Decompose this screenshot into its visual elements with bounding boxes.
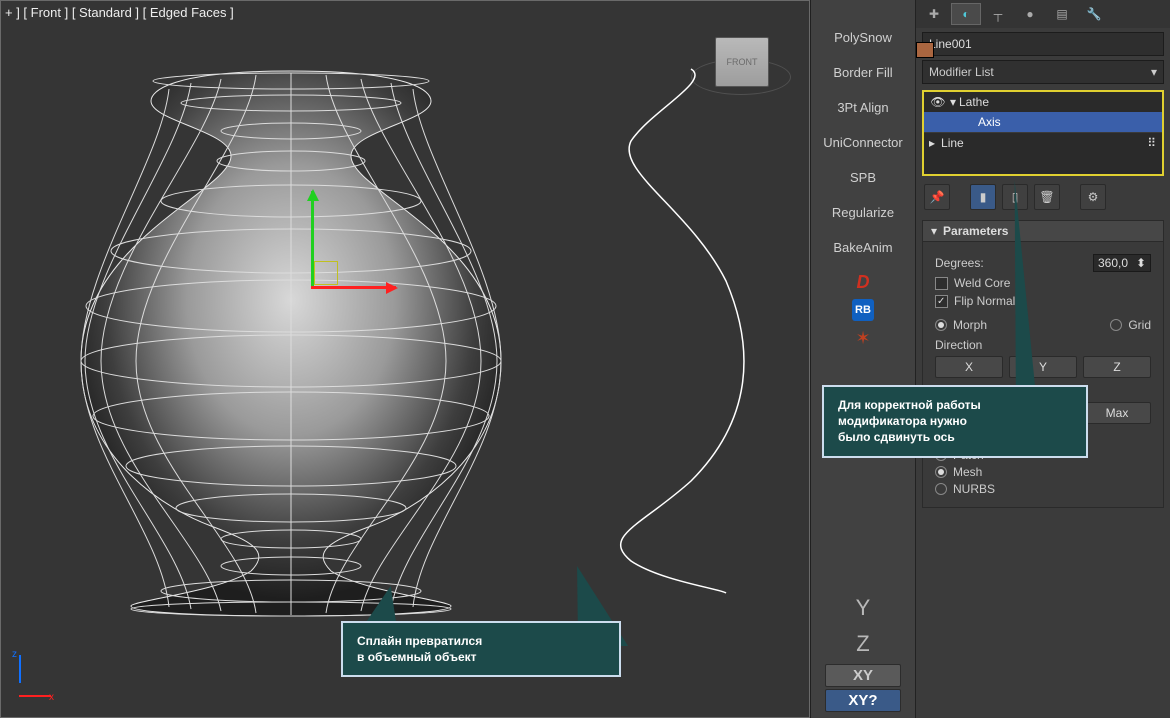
xy-button[interactable]: XY [825,664,901,687]
modifier-lathe-axis[interactable]: Axis [924,112,1162,132]
modifier-lathe[interactable]: 👁 ▾ Lathe [924,92,1162,112]
eye-icon[interactable]: 👁 [929,95,947,109]
grid-radio[interactable] [1110,319,1122,331]
pin-stack-button[interactable]: 📌 [924,184,950,210]
modifier-stack-toolbar: 📌 ▮ ▯ 🗑 ⚙ [922,180,1164,214]
utilities-tab[interactable]: 🔧 [1079,3,1109,25]
scripts-toolbar: PolySnow Border Fill 3Pt Align UniConnec… [810,0,915,718]
panel-tabs: ✚ ◐ ┬ ● ▤ 🔧 [916,0,1170,28]
viewport-labels[interactable]: + ] [ Front ] [ Standard ] [ Edged Faces… [5,5,234,20]
xyq-button[interactable]: XY? [825,689,901,712]
grid-label: Grid [1128,318,1151,332]
align-max-button[interactable]: Max [1083,402,1151,424]
create-tab[interactable]: ✚ [919,3,949,25]
parameters-rollout: ▾Parameters Degrees: 360,0⬍ Weld Core Fl… [922,220,1164,508]
remove-modifier-button[interactable]: 🗑 [1034,184,1060,210]
axis-tripod: z x [9,655,55,701]
viewport[interactable]: + ] [ Front ] [ Standard ] [ Edged Faces… [0,0,810,718]
modify-tab[interactable]: ◐ [951,3,981,25]
output-mesh-label: Mesh [953,465,982,479]
vase-mesh [51,61,531,621]
tool-bakeanim[interactable]: BakeAnim [811,230,915,265]
output-nurbs-radio[interactable] [935,483,947,495]
parameters-header[interactable]: ▾Parameters [922,220,1164,242]
motion-tab[interactable]: ● [1015,3,1045,25]
direction-x-button[interactable]: X [935,356,1003,378]
tool-extra-icon[interactable]: ✶ [852,327,874,349]
tool-polysnow[interactable]: PolySnow [811,20,915,55]
output-mesh-radio[interactable] [935,466,947,478]
weld-core-label: Weld Core [954,276,1151,290]
source-spline [541,61,761,601]
output-nurbs-label: NURBS [953,482,995,496]
direction-z-button[interactable]: Z [1083,356,1151,378]
axis-letter-z[interactable]: Z [811,626,915,662]
weld-core-checkbox[interactable] [935,277,948,290]
display-tab[interactable]: ▤ [1047,3,1077,25]
callout-spline: Сплайн превратился в объемный объект [341,621,621,677]
tool-borderfill[interactable]: Border Fill [811,55,915,90]
hierarchy-tab[interactable]: ┬ [983,3,1013,25]
tool-regularize[interactable]: Regularize [811,195,915,230]
object-name-field[interactable] [922,32,1164,56]
flip-normals-label: Flip Normals [954,294,1151,308]
axis-letter-y[interactable]: Y [811,590,915,626]
configure-sets-button[interactable]: ⚙ [1080,184,1106,210]
degrees-spinner[interactable]: 360,0⬍ [1093,254,1151,272]
tool-rb-icon[interactable]: RB [852,299,874,321]
morph-label: Morph [953,318,987,332]
object-color-swatch[interactable] [916,42,934,58]
modifier-list-dropdown[interactable]: Modifier List▾ [922,60,1164,84]
callout-axis: Для корректной работы модификатора нужно… [822,385,1088,458]
flip-normals-checkbox[interactable] [935,295,948,308]
direction-label: Direction [935,338,1151,352]
subobject-toggle-icon[interactable]: ⠿ [1147,136,1156,150]
show-end-result-button[interactable]: ▮ [970,184,996,210]
object-name-input[interactable] [929,37,1157,51]
base-object-line[interactable]: ▸Line ⠿ [924,132,1162,153]
tool-d-icon[interactable]: D [852,271,874,293]
tool-uniconnector[interactable]: UniConnector [811,125,915,160]
modifier-stack[interactable]: 👁 ▾ Lathe Axis ▸Line ⠿ [922,90,1164,176]
tool-spb[interactable]: SPB [811,160,915,195]
morph-radio[interactable] [935,319,947,331]
tool-3ptalign[interactable]: 3Pt Align [811,90,915,125]
command-panel: ✚ ◐ ┬ ● ▤ 🔧 Modifier List▾ 👁 ▾ Lathe Axi… [915,0,1170,718]
